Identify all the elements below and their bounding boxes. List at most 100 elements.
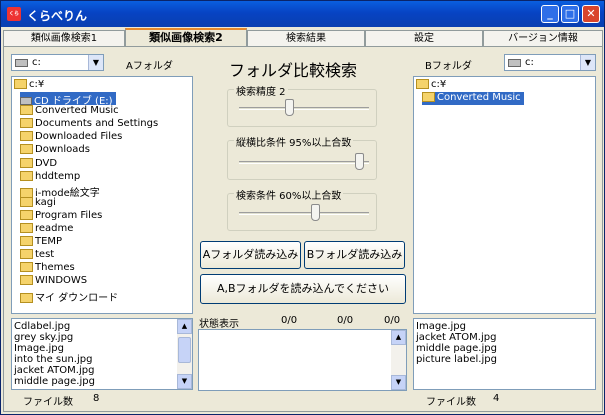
list-item[interactable]: middle page.jpg (416, 343, 497, 354)
tab-settings[interactable]: 設定 (365, 30, 483, 46)
left-file-list[interactable]: Cdlabel.jpg grey sky.jpg Image.jpg into the… (11, 318, 193, 390)
tree-item[interactable]: TEMP (20, 236, 62, 249)
tree-item[interactable]: Converted Music (20, 105, 119, 118)
load-b-folder-button[interactable]: Bフォルダ読み込み (304, 241, 405, 269)
status-count-1: 0/0 (281, 315, 298, 326)
tree-item[interactable]: Themes (20, 262, 75, 275)
left-drive-value: c: (32, 57, 41, 68)
list-item[interactable]: into the sun.jpg (14, 354, 92, 365)
folder-icon (20, 236, 33, 247)
tree-item[interactable]: i-mode絵文字 (20, 184, 100, 199)
ratio-label: 縦横比条件 95%以上合致 (234, 134, 354, 149)
window-title: くらべりん (27, 9, 88, 23)
tree-item[interactable]: Converted Music (422, 92, 524, 105)
instruction-button[interactable]: A,Bフォルダを読み込んでください (200, 274, 406, 304)
status-count-2: 0/0 (337, 315, 354, 326)
right-folder-label: Bフォルダ (425, 61, 472, 72)
scroll-down-icon[interactable]: ▼ (177, 374, 192, 389)
list-item[interactable]: grey sky.jpg (14, 332, 73, 343)
tree-root[interactable]: c:¥ (416, 79, 446, 92)
match-track (239, 212, 369, 215)
folder-icon (20, 209, 33, 220)
status-scrollbar[interactable]: ▲ ▼ (391, 330, 406, 390)
chevron-down-icon[interactable]: ▼ (580, 55, 595, 70)
left-file-scrollbar[interactable]: ▲ ▼ (177, 319, 192, 389)
precision-slider[interactable] (285, 99, 295, 116)
ratio-track (239, 161, 369, 164)
page-title: フォルダ比較検索 (229, 61, 358, 80)
tree-item[interactable]: Downloads (20, 144, 90, 157)
list-item[interactable]: middle page.jpg (14, 376, 95, 387)
folder-icon (20, 170, 33, 181)
status-display: ▲ ▼ (198, 329, 407, 391)
maximize-button[interactable]: □ (561, 5, 579, 23)
list-item[interactable]: jacket ATOM.jpg (14, 365, 94, 376)
folder-icon (20, 105, 33, 116)
right-file-count-label: ファイル数 (426, 397, 476, 408)
folder-open-icon (416, 79, 429, 89)
right-drive-select[interactable]: c: ▼ (504, 54, 596, 71)
app-window: くら くらべりん _ □ ✕ 類似画像検索1 類似画像検索2 検索結果 設定 バ… (0, 0, 605, 415)
tree-item[interactable]: WINDOWS (20, 275, 87, 288)
folder-icon (20, 262, 33, 273)
left-folder-label: Aフォルダ (126, 61, 173, 72)
left-drive-select[interactable]: c: ▼ (11, 54, 104, 71)
tree-item[interactable]: hddtemp (20, 170, 80, 184)
match-slider[interactable] (310, 204, 320, 221)
app-icon: くら (7, 7, 21, 21)
minimize-icon: _ (547, 7, 553, 20)
folder-icon (20, 157, 33, 168)
maximize-icon: □ (564, 7, 576, 20)
folder-icon (20, 223, 33, 233)
folder-icon (20, 131, 33, 142)
tab-similar-search-2[interactable]: 類似画像検索2 (125, 28, 247, 47)
ratio-slider[interactable] (354, 153, 364, 170)
drive-icon (15, 59, 28, 67)
folder-icon (20, 196, 33, 207)
scroll-up-icon[interactable]: ▲ (391, 330, 406, 345)
scroll-up-icon[interactable]: ▲ (177, 319, 192, 334)
right-file-list[interactable]: Image.jpg jacket ATOM.jpg middle page.jpg p… (413, 318, 596, 390)
tab-version-info[interactable]: バージョン情報 (483, 30, 603, 46)
list-item[interactable]: Image.jpg (416, 321, 466, 332)
left-folder-tree[interactable]: c:¥ CD ドライブ (E:) Converted Music Documents… (11, 76, 193, 314)
folder-icon (20, 275, 33, 286)
list-item[interactable]: picture label.jpg (416, 354, 497, 365)
scroll-down-icon[interactable]: ▼ (391, 375, 406, 390)
left-file-count-label: ファイル数 (23, 397, 73, 408)
tree-item[interactable]: test (20, 249, 54, 262)
folder-icon (20, 292, 33, 303)
tree-item[interactable]: DVD (20, 157, 57, 171)
cd-drive-icon (20, 97, 32, 105)
list-item[interactable]: Cdlabel.jpg (14, 321, 70, 332)
drive-icon (508, 59, 521, 67)
close-button[interactable]: ✕ (582, 5, 600, 23)
tree-root[interactable]: c:¥ (14, 79, 44, 92)
list-item[interactable]: jacket ATOM.jpg (416, 332, 496, 343)
tab-similar-search-1[interactable]: 類似画像検索1 (3, 30, 125, 46)
folder-icon (20, 144, 33, 155)
chevron-down-icon[interactable]: ▼ (88, 55, 103, 70)
title-bar[interactable]: くら くらべりん _ □ ✕ (1, 1, 604, 27)
match-label: 検索条件 60%以上合致 (234, 187, 344, 202)
folder-icon (20, 118, 33, 129)
minimize-button[interactable]: _ (541, 5, 559, 23)
tree-item[interactable]: Downloaded Files (20, 131, 122, 144)
status-count-3: 0/0 (384, 315, 401, 326)
right-file-count: 4 (493, 393, 500, 404)
tree-item[interactable]: Program Files (20, 209, 102, 223)
folder-open-icon (14, 79, 27, 89)
scroll-thumb[interactable] (178, 337, 191, 363)
tree-item[interactable]: CD ドライブ (E:) (20, 92, 116, 107)
load-a-folder-button[interactable]: Aフォルダ読み込み (200, 241, 301, 269)
tree-item[interactable]: readme (20, 223, 73, 236)
tree-item[interactable]: kagi (20, 196, 56, 210)
tree-item[interactable]: マイ ダウンロード (20, 289, 118, 304)
right-folder-tree[interactable]: c:¥ Converted Music (413, 76, 596, 314)
precision-label: 検索精度 2 (234, 83, 288, 98)
status-label: 状態表示 (199, 319, 239, 330)
list-item[interactable]: Image.jpg (14, 343, 64, 354)
tree-item[interactable]: Documents and Settings (20, 118, 158, 131)
right-drive-value: c: (525, 57, 534, 68)
tab-search-results[interactable]: 検索結果 (247, 30, 365, 46)
